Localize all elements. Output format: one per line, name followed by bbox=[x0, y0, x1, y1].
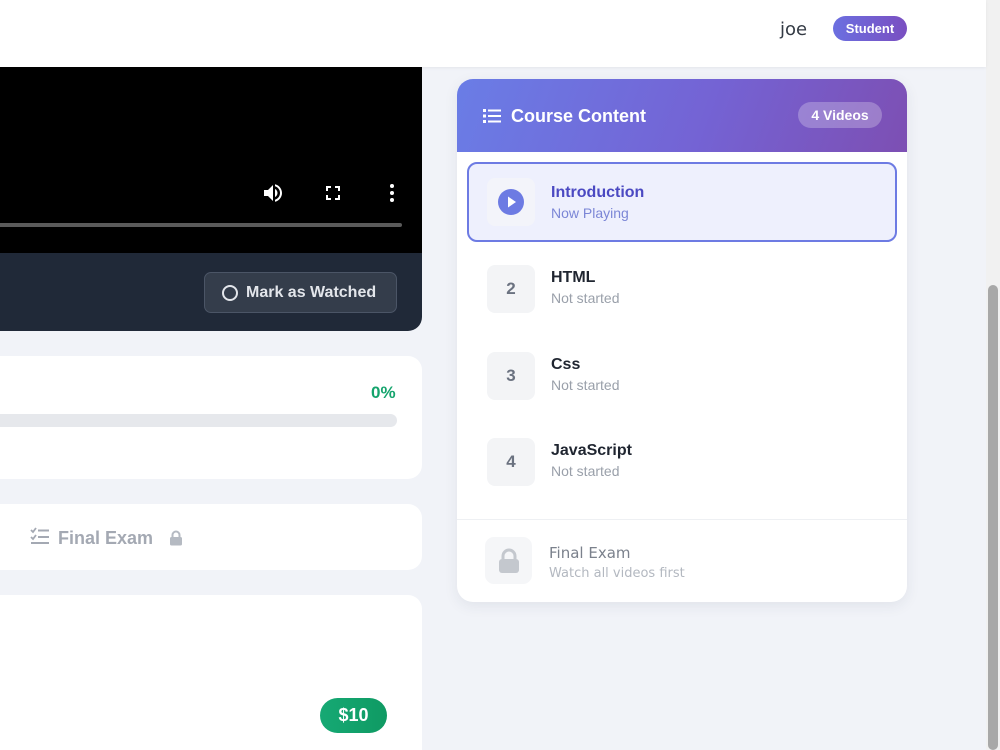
lesson-title: Introduction bbox=[551, 184, 645, 201]
lesson-status: Not started bbox=[551, 377, 620, 393]
lesson-item-javascript[interactable]: 4 JavaScript Not started bbox=[467, 423, 897, 503]
tab-final-exam[interactable]: Final Exam bbox=[30, 526, 183, 550]
mark-as-watched-button[interactable]: Mark as Watched bbox=[204, 272, 397, 313]
top-header: joe Student bbox=[0, 0, 986, 67]
lesson-status: Not started bbox=[551, 463, 620, 479]
course-progress-card: 0% bbox=[0, 356, 422, 479]
more-vert-icon[interactable] bbox=[380, 181, 404, 205]
final-exam-title: Final Exam bbox=[549, 544, 631, 562]
course-content-panel: Course Content 4 Videos Introduction Now… bbox=[457, 79, 907, 602]
lesson-status: Now Playing bbox=[551, 205, 629, 221]
tab-final-exam-label: Final Exam bbox=[58, 527, 154, 548]
final-exam-item: Final Exam Watch all videos first bbox=[457, 520, 907, 602]
video-screen[interactable] bbox=[0, 67, 422, 253]
video-footer: Mark as Watched bbox=[0, 253, 422, 331]
username[interactable]: joe bbox=[780, 19, 807, 40]
volume-icon[interactable] bbox=[261, 181, 285, 205]
video-player[interactable]: Mark as Watched bbox=[0, 67, 422, 331]
video-seek-bar[interactable] bbox=[0, 223, 402, 227]
lesson-number: 3 bbox=[487, 352, 535, 400]
lesson-title: Css bbox=[551, 356, 581, 373]
course-info-card: $10 bbox=[0, 595, 422, 750]
lesson-item-introduction[interactable]: Introduction Now Playing bbox=[467, 162, 897, 242]
final-exam-subtitle: Watch all videos first bbox=[549, 566, 685, 581]
progress-bar bbox=[0, 414, 397, 427]
lock-icon bbox=[485, 537, 532, 584]
lock-icon bbox=[169, 530, 183, 546]
mark-as-watched-label: Mark as Watched bbox=[246, 283, 377, 301]
lesson-item-html[interactable]: 2 HTML Not started bbox=[467, 250, 897, 330]
price-badge: $10 bbox=[320, 698, 387, 733]
tabs-card: Final Exam bbox=[0, 504, 422, 570]
course-content-title-text: Course Content bbox=[511, 105, 646, 126]
lesson-number: 2 bbox=[487, 265, 535, 313]
lesson-title: JavaScript bbox=[551, 442, 632, 459]
course-content-title: Course Content bbox=[483, 105, 646, 127]
lesson-title: HTML bbox=[551, 269, 596, 286]
play-icon bbox=[487, 178, 535, 226]
video-count-badge: 4 Videos bbox=[798, 102, 882, 128]
list-icon bbox=[483, 108, 501, 124]
lesson-status: Not started bbox=[551, 290, 620, 306]
course-content-header: Course Content 4 Videos bbox=[457, 79, 907, 152]
role-badge: Student bbox=[833, 16, 907, 41]
lesson-number: 4 bbox=[487, 438, 535, 486]
circle-icon bbox=[222, 284, 238, 301]
checklist-icon bbox=[30, 526, 50, 550]
lesson-item-css[interactable]: 3 Css Not started bbox=[467, 337, 897, 417]
progress-percent: 0% bbox=[371, 383, 396, 402]
scrollbar-thumb[interactable] bbox=[988, 285, 998, 750]
fullscreen-icon[interactable] bbox=[321, 181, 345, 205]
